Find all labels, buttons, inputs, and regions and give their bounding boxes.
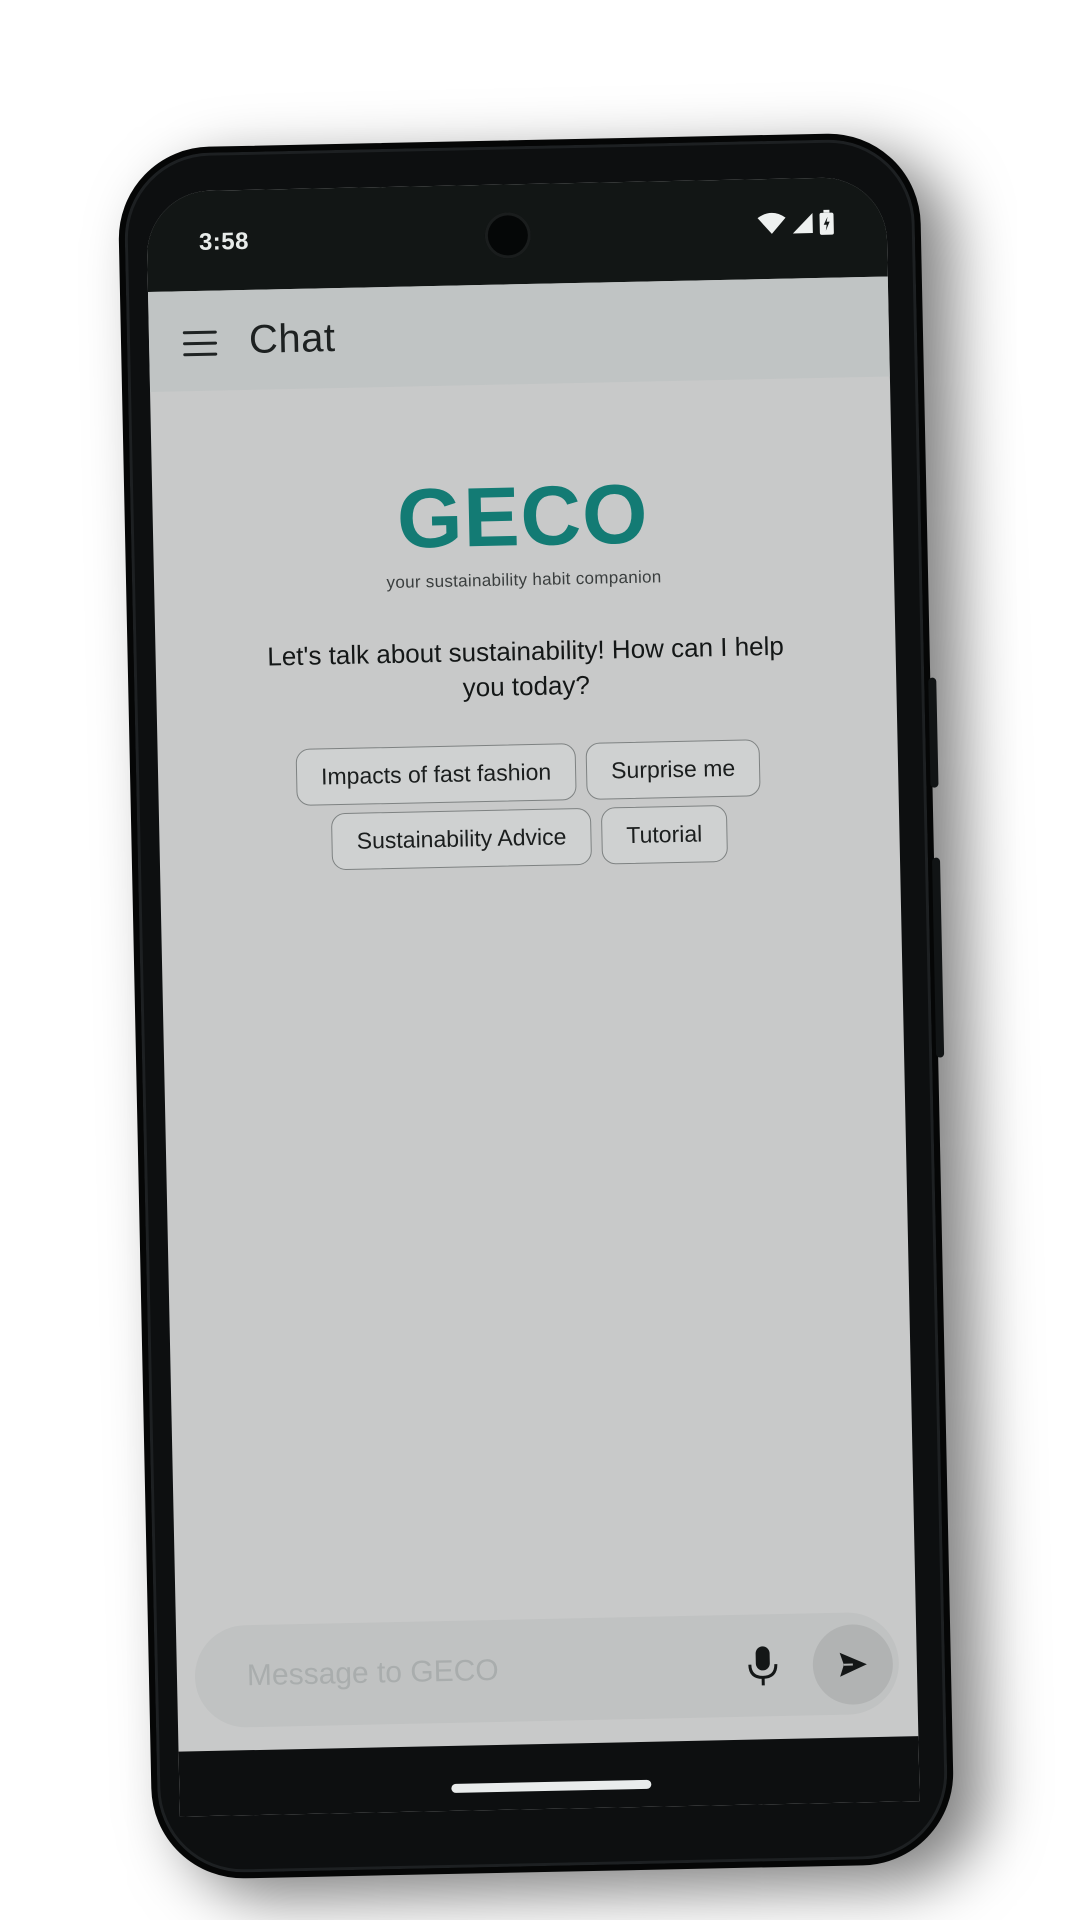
phone-frame: 3:58 Chat GECO your sustainability habit…	[116, 131, 956, 1881]
page-title: Chat	[248, 316, 336, 362]
send-icon	[839, 1652, 867, 1677]
welcome-message: Let's talk about sustainability! How can…	[267, 630, 785, 703]
status-time: 3:58	[198, 227, 250, 256]
signal-icon	[792, 213, 813, 234]
wifi-icon	[757, 212, 786, 234]
logo-tagline: your sustainability habit companion	[386, 567, 662, 593]
send-button[interactable]	[812, 1623, 894, 1706]
message-composer	[193, 1611, 900, 1729]
front-camera	[484, 211, 532, 259]
suggestion-chip-sustainability-advice[interactable]: Sustainability Advice	[331, 807, 592, 871]
suggestion-chip-surprise-me[interactable]: Surprise me	[585, 739, 761, 800]
device-mockup: 3:58 Chat GECO your sustainability habit…	[0, 0, 1080, 1920]
chat-area: GECO your sustainability habit companion…	[150, 376, 917, 1691]
geco-logo: GECO	[396, 466, 650, 566]
battery-icon	[819, 209, 834, 235]
suggestion-chip-tutorial[interactable]: Tutorial	[600, 804, 728, 865]
suggestion-chips: Impacts of fast fashion Surprise me Sust…	[238, 738, 820, 872]
power-button	[928, 677, 939, 788]
volume-button	[931, 857, 945, 1058]
app-bar: Chat	[147, 276, 890, 392]
message-input[interactable]	[193, 1614, 756, 1729]
microphone-icon[interactable]	[742, 1644, 783, 1689]
status-icons	[756, 208, 835, 240]
system-nav-area	[178, 1736, 920, 1817]
hamburger-menu-icon[interactable]	[182, 330, 218, 358]
status-bar: 3:58	[145, 176, 888, 292]
suggestion-chip-fast-fashion[interactable]: Impacts of fast fashion	[295, 743, 577, 806]
phone-screen: 3:58 Chat GECO your sustainability habit…	[145, 176, 920, 1817]
